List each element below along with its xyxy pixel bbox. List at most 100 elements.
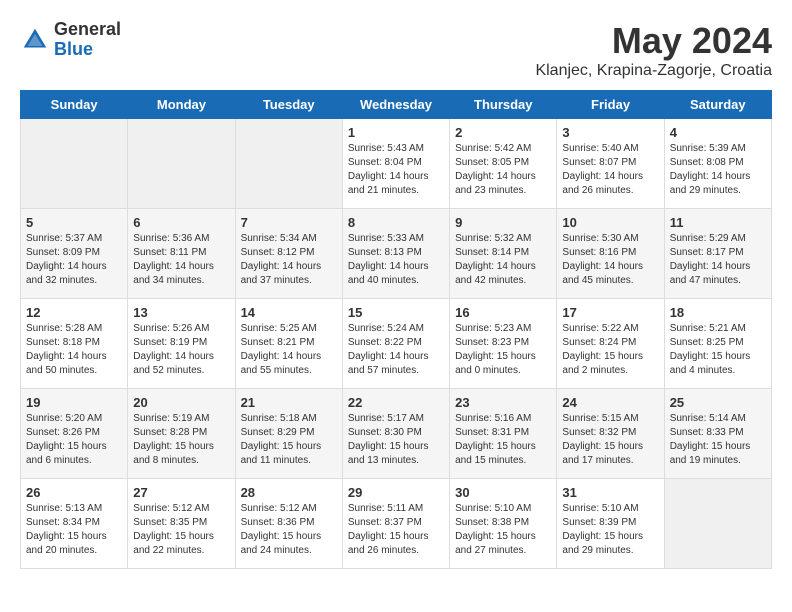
day-cell: 4 Sunrise: 5:39 AMSunset: 8:08 PMDaylight… — [664, 119, 771, 209]
logo-text: General Blue — [54, 20, 121, 60]
day-info: Sunrise: 5:37 AMSunset: 8:09 PMDaylight:… — [26, 232, 122, 288]
day-number: 26 — [26, 485, 122, 500]
day-number: 6 — [133, 215, 229, 230]
day-cell: 30Sunrise: 5:10 AMSunset: 8:38 PMDayligh… — [450, 479, 557, 569]
day-number: 25 — [670, 395, 766, 410]
logo: General Blue — [20, 20, 121, 60]
day-info: Sunrise: 5:43 AMSunset: 8:04 PMDaylight:… — [348, 142, 444, 198]
header-row: SundayMondayTuesdayWednesdayThursdayFrid… — [21, 91, 772, 119]
day-cell: 24 Sunrise: 5:15 AMSunset: 8:32 PMDayligh… — [557, 389, 664, 479]
day-info: Sunrise: 5:36 AMSunset: 8:11 PMDaylight:… — [133, 232, 229, 288]
day-cell: 28Sunrise: 5:12 AMSunset: 8:36 PMDayligh… — [235, 479, 342, 569]
day-number: 10 — [562, 215, 658, 230]
day-cell — [21, 119, 128, 209]
day-cell: 17 Sunrise: 5:22 AMSunset: 8:24 PMDayligh… — [557, 299, 664, 389]
day-number: 18 — [670, 305, 766, 320]
day-cell: 1 Sunrise: 5:43 AMSunset: 8:04 PMDaylight… — [342, 119, 449, 209]
day-info: Sunrise: 5:39 AMSunset: 8:08 PMDaylight:… — [670, 142, 766, 198]
day-number: 7 — [241, 215, 337, 230]
day-cell: 25 Sunrise: 5:14 AMSunset: 8:33 PMDayligh… — [664, 389, 771, 479]
day-header-friday: Friday — [557, 91, 664, 119]
day-info: Sunrise: 5:16 AMSunset: 8:31 PMDaylight:… — [455, 412, 551, 468]
day-cell: 12 Sunrise: 5:28 AMSunset: 8:18 PMDayligh… — [21, 299, 128, 389]
calendar-table: SundayMondayTuesdayWednesdayThursdayFrid… — [20, 90, 772, 569]
day-number: 11 — [670, 215, 766, 230]
day-info: Sunrise: 5:29 AMSunset: 8:17 PMDaylight:… — [670, 232, 766, 288]
day-cell: 27 Sunrise: 5:12 AMSunset: 8:35 PMDayligh… — [128, 479, 235, 569]
day-cell — [235, 119, 342, 209]
day-info: Sunrise: 5:28 AMSunset: 8:18 PMDaylight:… — [26, 322, 122, 378]
day-number: 31 — [562, 485, 658, 500]
day-info: Sunrise: 5:24 AMSunset: 8:22 PMDaylight:… — [348, 322, 444, 378]
day-cell: 9Sunrise: 5:32 AMSunset: 8:14 PMDaylight… — [450, 209, 557, 299]
day-info: Sunrise: 5:15 AMSunset: 8:32 PMDaylight:… — [562, 412, 658, 468]
title-block: May 2024 Klanjec, Krapina-Zagorje, Croat… — [535, 20, 772, 80]
day-number: 24 — [562, 395, 658, 410]
logo-blue: Blue — [54, 40, 121, 60]
day-info: Sunrise: 5:40 AMSunset: 8:07 PMDaylight:… — [562, 142, 658, 198]
day-cell: 16 Sunrise: 5:23 AMSunset: 8:23 PMDayligh… — [450, 299, 557, 389]
day-cell: 31 Sunrise: 5:10 AMSunset: 8:39 PMDayligh… — [557, 479, 664, 569]
day-info: Sunrise: 5:23 AMSunset: 8:23 PMDaylight:… — [455, 322, 551, 378]
week-row-2: 5 Sunrise: 5:37 AMSunset: 8:09 PMDaylight… — [21, 209, 772, 299]
day-number: 13 — [133, 305, 229, 320]
day-info: Sunrise: 5:32 AMSunset: 8:14 PMDaylight:… — [455, 232, 551, 288]
day-info: Sunrise: 5:30 AMSunset: 8:16 PMDaylight:… — [562, 232, 658, 288]
day-header-sunday: Sunday — [21, 91, 128, 119]
day-info: Sunrise: 5:10 AMSunset: 8:38 PMDaylight:… — [455, 502, 551, 558]
day-cell: 26 Sunrise: 5:13 AMSunset: 8:34 PMDayligh… — [21, 479, 128, 569]
day-info: Sunrise: 5:17 AMSunset: 8:30 PMDaylight:… — [348, 412, 444, 468]
page-header: General Blue May 2024 Klanjec, Krapina-Z… — [20, 20, 772, 80]
day-cell: 13 Sunrise: 5:26 AMSunset: 8:19 PMDayligh… — [128, 299, 235, 389]
day-info: Sunrise: 5:34 AMSunset: 8:12 PMDaylight:… — [241, 232, 337, 288]
day-cell: 3 Sunrise: 5:40 AMSunset: 8:07 PMDaylight… — [557, 119, 664, 209]
day-header-wednesday: Wednesday — [342, 91, 449, 119]
day-cell: 5 Sunrise: 5:37 AMSunset: 8:09 PMDaylight… — [21, 209, 128, 299]
day-cell: 23Sunrise: 5:16 AMSunset: 8:31 PMDayligh… — [450, 389, 557, 479]
day-number: 12 — [26, 305, 122, 320]
day-number: 22 — [348, 395, 444, 410]
main-title: May 2024 — [535, 20, 772, 62]
day-number: 3 — [562, 125, 658, 140]
day-cell: 10 Sunrise: 5:30 AMSunset: 8:16 PMDayligh… — [557, 209, 664, 299]
day-info: Sunrise: 5:18 AMSunset: 8:29 PMDaylight:… — [241, 412, 337, 468]
day-cell: 7 Sunrise: 5:34 AMSunset: 8:12 PMDaylight… — [235, 209, 342, 299]
day-info: Sunrise: 5:12 AMSunset: 8:35 PMDaylight:… — [133, 502, 229, 558]
day-cell: 18 Sunrise: 5:21 AMSunset: 8:25 PMDayligh… — [664, 299, 771, 389]
day-number: 21 — [241, 395, 337, 410]
day-number: 16 — [455, 305, 551, 320]
day-header-saturday: Saturday — [664, 91, 771, 119]
day-info: Sunrise: 5:22 AMSunset: 8:24 PMDaylight:… — [562, 322, 658, 378]
day-number: 1 — [348, 125, 444, 140]
day-cell: 11 Sunrise: 5:29 AMSunset: 8:17 PMDayligh… — [664, 209, 771, 299]
day-info: Sunrise: 5:10 AMSunset: 8:39 PMDaylight:… — [562, 502, 658, 558]
day-number: 29 — [348, 485, 444, 500]
day-info: Sunrise: 5:42 AMSunset: 8:05 PMDaylight:… — [455, 142, 551, 198]
day-info: Sunrise: 5:20 AMSunset: 8:26 PMDaylight:… — [26, 412, 122, 468]
day-cell: 21 Sunrise: 5:18 AMSunset: 8:29 PMDayligh… — [235, 389, 342, 479]
day-info: Sunrise: 5:25 AMSunset: 8:21 PMDaylight:… — [241, 322, 337, 378]
day-cell: 19Sunrise: 5:20 AMSunset: 8:26 PMDayligh… — [21, 389, 128, 479]
day-number: 4 — [670, 125, 766, 140]
day-info: Sunrise: 5:33 AMSunset: 8:13 PMDaylight:… — [348, 232, 444, 288]
day-info: Sunrise: 5:26 AMSunset: 8:19 PMDaylight:… — [133, 322, 229, 378]
day-header-thursday: Thursday — [450, 91, 557, 119]
day-number: 17 — [562, 305, 658, 320]
day-number: 14 — [241, 305, 337, 320]
day-number: 27 — [133, 485, 229, 500]
day-cell: 2Sunrise: 5:42 AMSunset: 8:05 PMDaylight… — [450, 119, 557, 209]
day-info: Sunrise: 5:21 AMSunset: 8:25 PMDaylight:… — [670, 322, 766, 378]
day-number: 5 — [26, 215, 122, 230]
day-cell: 6 Sunrise: 5:36 AMSunset: 8:11 PMDaylight… — [128, 209, 235, 299]
subtitle: Klanjec, Krapina-Zagorje, Croatia — [535, 62, 772, 80]
day-info: Sunrise: 5:13 AMSunset: 8:34 PMDaylight:… — [26, 502, 122, 558]
day-cell: 22 Sunrise: 5:17 AMSunset: 8:30 PMDayligh… — [342, 389, 449, 479]
day-header-monday: Monday — [128, 91, 235, 119]
logo-icon — [20, 25, 50, 55]
week-row-4: 19Sunrise: 5:20 AMSunset: 8:26 PMDayligh… — [21, 389, 772, 479]
day-cell: 20Sunrise: 5:19 AMSunset: 8:28 PMDayligh… — [128, 389, 235, 479]
day-info: Sunrise: 5:14 AMSunset: 8:33 PMDaylight:… — [670, 412, 766, 468]
week-row-1: 1 Sunrise: 5:43 AMSunset: 8:04 PMDaylight… — [21, 119, 772, 209]
day-info: Sunrise: 5:11 AMSunset: 8:37 PMDaylight:… — [348, 502, 444, 558]
day-number: 15 — [348, 305, 444, 320]
